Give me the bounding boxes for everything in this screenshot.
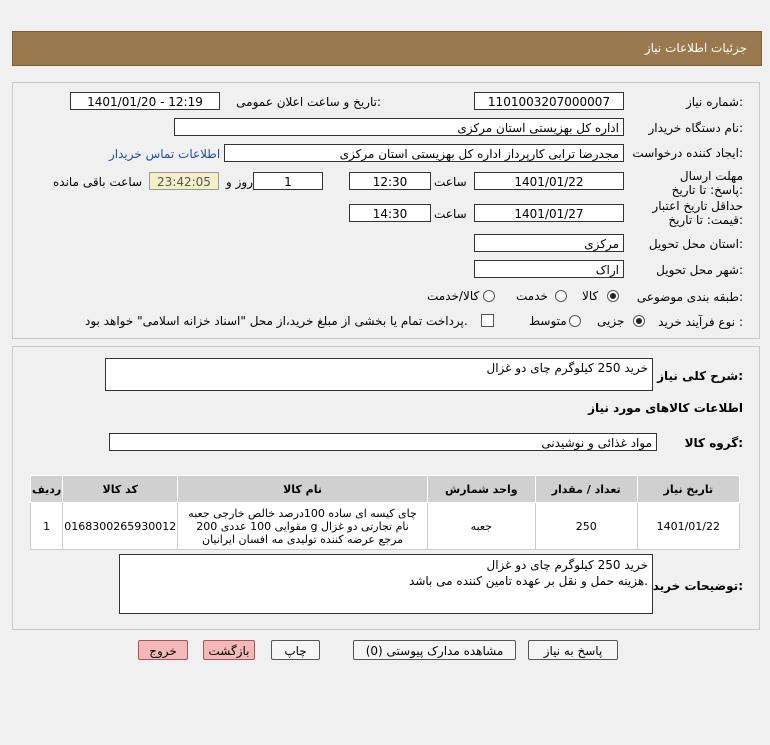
price-time-label: ساعت	[434, 207, 467, 221]
col-header-index: ردیف	[29, 475, 64, 503]
col-header-unit: واحد شمارش	[426, 475, 536, 503]
process-radio-medium[interactable]	[569, 315, 581, 327]
exit-button[interactable]: خروج	[138, 640, 188, 660]
cell-name: چای کیسه ای ساده 100درصد خالص خارجی جعبه…	[177, 502, 428, 550]
need-number-label: شماره نیاز:	[685, 95, 743, 109]
summary-field: خرید 250 کیلوگرم چای دو غزال	[105, 358, 653, 391]
buyer-notes-line-1: خرید 250 کیلوگرم چای دو غزال	[486, 558, 649, 572]
need-details-panel: شرح کلی نیاز: خرید 250 کیلوگرم چای دو غز…	[12, 346, 760, 630]
process-option-minor: جزیی	[597, 314, 625, 328]
creator-field: مجدرضا ترابی کارپرداز اداره کل بهزیستی ا…	[224, 144, 624, 162]
buyer-notes-label: توضیحات خریدار:	[641, 579, 743, 593]
announce-label: تاریخ و ساعت اعلان عمومی:	[236, 95, 381, 109]
reply-deadline-label: مهلت ارسال پاسخ: تا تاریخ:	[671, 169, 743, 197]
page-header: جزئیات اطلاعات نیاز	[12, 31, 762, 66]
cell-unit: جعبه	[426, 502, 536, 550]
remaining-label: ساعت باقی مانده	[53, 175, 143, 189]
goods-info-title: اطلاعات کالاهای مورد نیاز	[588, 401, 743, 415]
summary-label: شرح کلی نیاز:	[657, 369, 743, 383]
process-radio-minor[interactable]	[633, 315, 645, 327]
creator-label: ایجاد کننده درخواست:	[632, 146, 743, 160]
cell-code: 0168300265930012	[62, 502, 179, 550]
buyer-org-field: اداره کل بهزیستی استان مرکزی	[174, 118, 624, 136]
col-header-name: نام کالا	[177, 475, 428, 503]
price-time-field: 14:30	[349, 204, 431, 222]
category-option-service: خدمت	[516, 289, 548, 303]
buyer-notes-field: خرید 250 کیلوگرم چای دو غزال هزینه حمل و…	[119, 554, 653, 614]
category-radio-service[interactable]	[555, 290, 567, 302]
days-label: روز و	[226, 175, 253, 189]
process-label: نوع فرآیند خرید :	[658, 315, 743, 329]
category-option-goods-service: کالا/خدمت	[427, 289, 480, 303]
reply-time-label: ساعت	[434, 175, 467, 189]
category-option-goods: کالا	[582, 289, 599, 303]
city-label: شهر محل تحویل:	[656, 263, 743, 277]
province-field: مرکزی	[474, 234, 624, 252]
province-label: استان محل تحویل:	[648, 237, 743, 251]
back-button[interactable]: بازگشت	[203, 640, 255, 660]
city-field: اراک	[474, 260, 624, 278]
col-header-code: کد کالا	[62, 475, 179, 503]
need-number-field: 1101003207000007	[474, 92, 624, 110]
reply-button[interactable]: پاسخ به نیاز	[528, 640, 618, 660]
remaining-time-field: 23:42:05	[149, 172, 219, 190]
price-date-field: 1401/01/27	[474, 204, 624, 222]
buyer-org-label: نام دستگاه خریدار:	[648, 121, 744, 135]
category-radio-goods[interactable]	[607, 290, 619, 302]
cell-date: 1401/01/22	[636, 502, 741, 550]
view-attachments-button[interactable]: مشاهده مدارک پیوستی (0)	[353, 640, 516, 660]
cell-index: 1	[29, 502, 64, 550]
goods-group-label: گروه کالا:	[684, 436, 743, 450]
payment-note: پرداخت تمام یا بخشی از مبلغ خرید،از محل …	[85, 314, 468, 328]
cell-qty: 250	[534, 502, 638, 550]
goods-table: ردیف کد کالا نام کالا واحد شمارش تعداد /…	[29, 475, 741, 550]
need-info-panel: شماره نیاز: 1101003207000007 تاریخ و ساع…	[12, 82, 760, 339]
treasury-payment-checkbox[interactable]	[481, 314, 494, 327]
reply-date-field: 1401/01/22	[474, 172, 624, 190]
reply-time-field: 12:30	[349, 172, 431, 190]
print-button[interactable]: چاپ	[271, 640, 320, 660]
page-title: جزئیات اطلاعات نیاز	[644, 41, 747, 55]
category-radio-goods-service[interactable]	[483, 290, 495, 302]
days-field: 1	[253, 172, 323, 190]
col-header-date: تاریخ نیاز	[636, 475, 741, 503]
price-validity-label: حداقل تاریخ اعتبار قیمت: تا تاریخ:	[652, 199, 743, 227]
process-option-medium: متوسط	[529, 314, 567, 328]
buyer-notes-line-2: هزینه حمل و نقل بر عهده تامین کننده می ب…	[409, 574, 648, 588]
goods-group-field: مواد غذائی و نوشیدنی	[109, 433, 657, 451]
col-header-qty: تعداد / مقدار	[534, 475, 638, 503]
table-row: 1 0168300265930012 چای کیسه ای ساده 100د…	[29, 502, 741, 550]
category-label: طبقه بندی موضوعی:	[636, 290, 743, 304]
contact-buyer-link[interactable]: اطلاعات تماس خریدار	[109, 147, 220, 161]
announce-field: 1401/01/20 - 12:19	[70, 92, 220, 110]
